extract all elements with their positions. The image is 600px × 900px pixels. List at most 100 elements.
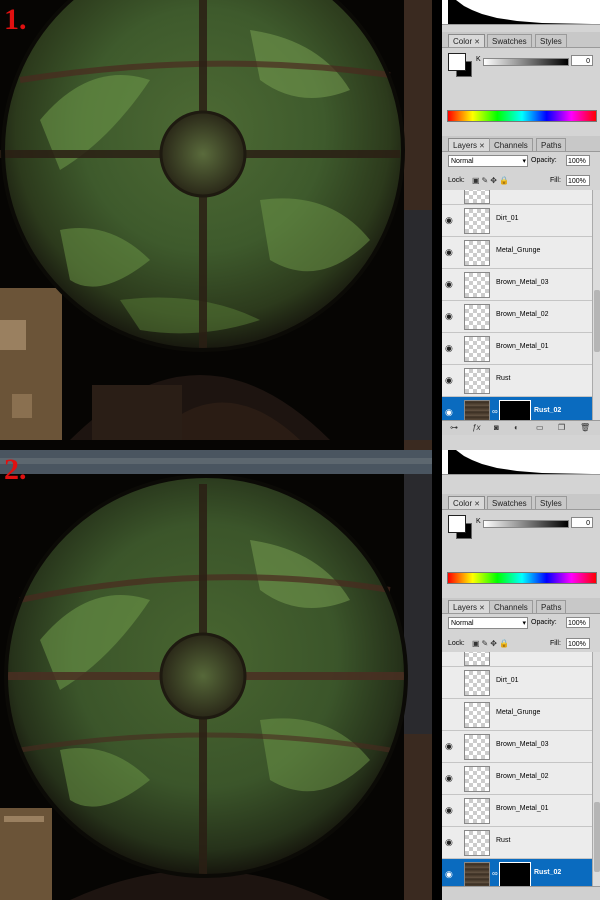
layer-name: Metal_Grunge (496, 709, 541, 716)
layer-thumbnail (464, 336, 490, 362)
panels-dock: Color ✕ Swatches Styles K 0 Layers ✕ Chann… (442, 0, 600, 450)
layers-list: ◉ Dirt_01 ◉ Metal_Grunge ◉ Brown_Metal_0… (442, 190, 592, 420)
foreground-color-swatch[interactable] (448, 515, 466, 533)
step-1: 1. Color ✕ Swatches Styles K 0 Layers ✕ Ch… (0, 0, 600, 450)
k-value-field[interactable]: 0 (571, 55, 593, 66)
mask-icon[interactable]: ◙ (494, 423, 499, 432)
tab-styles[interactable]: Styles (535, 34, 567, 47)
eye-icon[interactable]: ◉ (445, 869, 453, 880)
eye-icon[interactable]: ◉ (445, 741, 453, 752)
tab-swatches[interactable]: Swatches (487, 34, 532, 47)
layer-row[interactable]: Dirt_01 (442, 667, 592, 699)
tab-label: Swatches (492, 499, 527, 508)
close-icon[interactable]: ✕ (479, 605, 485, 612)
fx-icon[interactable]: ƒx (472, 423, 480, 432)
layer-mask-thumbnail[interactable] (499, 400, 531, 420)
layer-row-partial[interactable] (442, 190, 592, 205)
layers-footer: ⊶ ƒx ◙ ◐ ▭ ❐ 🗑 (442, 420, 600, 435)
tab-channels[interactable]: Channels (489, 600, 533, 613)
eye-icon[interactable]: ◉ (445, 247, 453, 258)
scrollbar-thumb[interactable] (594, 802, 600, 872)
eye-icon[interactable]: ◉ (445, 837, 453, 848)
color-spectrum-bar[interactable] (447, 572, 597, 584)
link-layers-icon[interactable]: ⊶ (450, 423, 458, 432)
fill-field[interactable]: 100% (566, 638, 590, 649)
layer-thumbnail (464, 208, 490, 234)
opacity-label: Opacity: (531, 157, 557, 164)
tab-styles[interactable]: Styles (535, 496, 567, 509)
layer-row[interactable]: ◉ Brown_Metal_02 (442, 763, 592, 795)
layer-name: Rust_02 (534, 407, 562, 414)
group-icon[interactable]: ▭ (536, 423, 544, 432)
trash-icon[interactable]: 🗑 (580, 423, 590, 432)
k-value-field[interactable]: 0 (571, 517, 593, 528)
layers-scrollbar[interactable] (592, 190, 600, 420)
eye-icon[interactable]: ◉ (445, 805, 453, 816)
fill-label: Fill: (550, 177, 561, 184)
layer-row[interactable]: ◉ Brown_Metal_01 (442, 333, 592, 365)
adjustment-icon[interactable]: ◐ (514, 423, 519, 432)
chevron-down-icon: ▾ (522, 158, 526, 165)
new-layer-icon[interactable]: ❐ (558, 423, 565, 432)
layers-panel-tabs: Layers ✕ Channels Paths (442, 136, 600, 152)
tab-color[interactable]: Color ✕ (448, 496, 485, 509)
fill-field[interactable]: 100% (566, 175, 590, 186)
layer-row[interactable]: ◉ Dirt_01 (442, 205, 592, 237)
opacity-field[interactable]: 100% (566, 617, 590, 628)
layer-thumbnail (464, 862, 490, 886)
eye-icon[interactable]: ◉ (445, 215, 453, 226)
document-canvas[interactable]: 1. (0, 0, 442, 450)
eye-icon[interactable]: ◉ (445, 279, 453, 290)
layer-mask-thumbnail[interactable] (499, 862, 531, 886)
layer-thumbnail (464, 240, 490, 266)
k-slider[interactable] (483, 58, 569, 66)
color-spectrum-bar[interactable] (447, 110, 597, 122)
layer-row-selected[interactable]: ◉ ∞ Rust_02 (442, 397, 592, 420)
tab-channels[interactable]: Channels (489, 138, 533, 151)
foreground-color-swatch[interactable] (448, 53, 466, 71)
blend-mode-value: Normal (451, 158, 474, 165)
opacity-field[interactable]: 100% (566, 155, 590, 166)
eye-icon[interactable]: ◉ (445, 311, 453, 322)
tab-layers[interactable]: Layers ✕ (448, 600, 490, 613)
layer-row[interactable]: ◉ Brown_Metal_02 (442, 301, 592, 333)
layer-row-selected[interactable]: ◉ ∞ Rust_02 (442, 859, 592, 886)
layer-thumbnail (464, 272, 490, 298)
layer-row[interactable]: ◉ Rust (442, 365, 592, 397)
layer-row[interactable]: Metal_Grunge (442, 699, 592, 731)
close-icon[interactable]: ✕ (474, 39, 480, 46)
tab-paths[interactable]: Paths (536, 600, 567, 613)
link-icon[interactable]: ∞ (492, 869, 498, 878)
layer-thumbnail (464, 190, 490, 204)
blend-mode-select[interactable]: Normal ▾ (448, 155, 528, 167)
eye-icon[interactable]: ◉ (445, 773, 453, 784)
layer-row[interactable]: ◉ Brown_Metal_03 (442, 731, 592, 763)
layer-thumbnail (464, 304, 490, 330)
link-icon[interactable]: ∞ (492, 407, 498, 416)
blend-mode-select[interactable]: Normal ▾ (448, 617, 528, 629)
layer-name: Dirt_01 (496, 215, 519, 222)
close-icon[interactable]: ✕ (474, 501, 480, 508)
tab-layers[interactable]: Layers ✕ (448, 138, 490, 151)
lock-icons[interactable]: ▣✎✥🔒 (472, 176, 511, 185)
layers-scrollbar[interactable] (592, 652, 600, 886)
document-canvas[interactable]: 2. (0, 450, 442, 900)
eye-icon[interactable]: ◉ (445, 343, 453, 354)
layer-row[interactable]: ◉ Brown_Metal_03 (442, 269, 592, 301)
scope-texture (0, 450, 442, 900)
tab-swatches[interactable]: Swatches (487, 496, 532, 509)
eye-icon[interactable]: ◉ (445, 375, 453, 386)
tab-color[interactable]: Color ✕ (448, 34, 485, 47)
close-icon[interactable]: ✕ (479, 143, 485, 150)
layer-row[interactable]: ◉ Rust (442, 827, 592, 859)
layer-row[interactable]: ◉ Brown_Metal_01 (442, 795, 592, 827)
tab-paths[interactable]: Paths (536, 138, 567, 151)
scrollbar-thumb[interactable] (594, 290, 600, 352)
layer-row-partial[interactable] (442, 652, 592, 667)
layer-row[interactable]: ◉ Metal_Grunge (442, 237, 592, 269)
histogram (442, 450, 600, 475)
k-slider[interactable] (483, 520, 569, 528)
eye-icon[interactable]: ◉ (445, 407, 453, 418)
lock-icons[interactable]: ▣✎✥🔒 (472, 639, 511, 648)
k-channel-label: K (476, 56, 481, 63)
